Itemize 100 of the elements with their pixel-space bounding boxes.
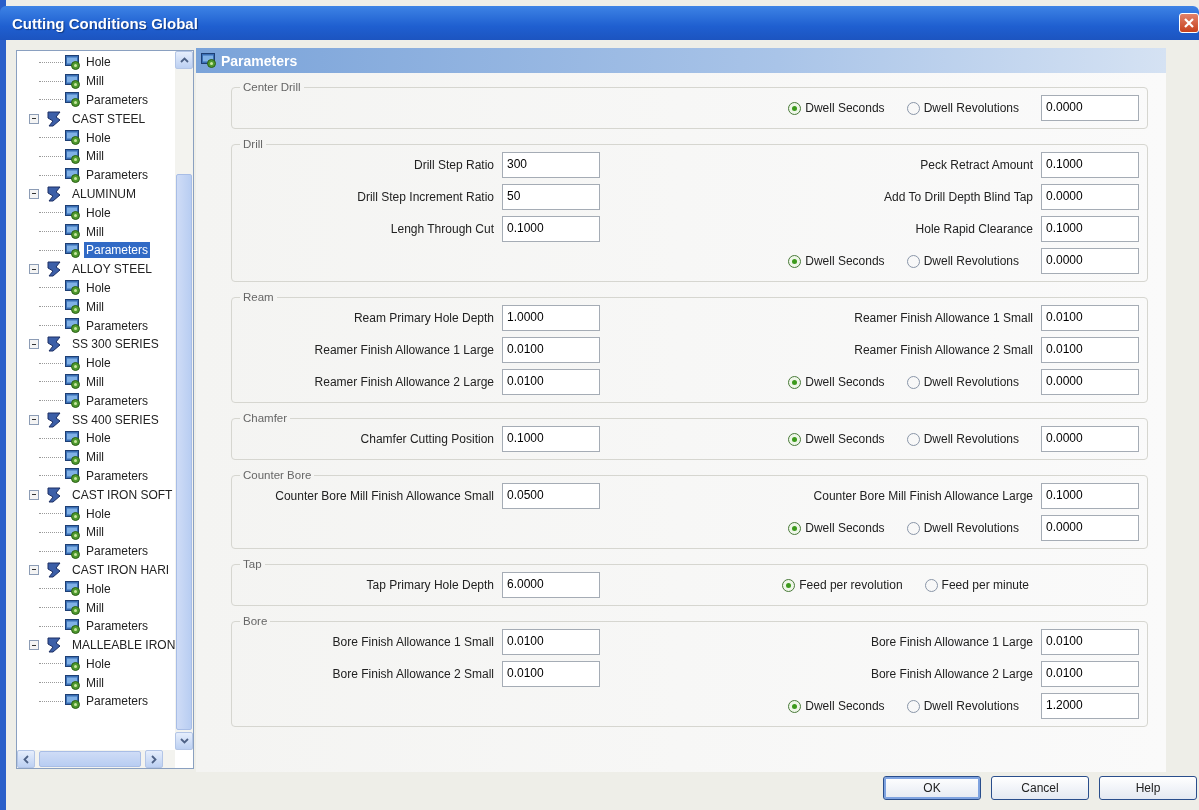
- radio-button[interactable]: Dwell Revolutions: [906, 432, 1019, 446]
- text-field[interactable]: 0.0100: [502, 369, 600, 395]
- close-button[interactable]: [1179, 13, 1199, 33]
- collapse-icon[interactable]: [29, 113, 39, 124]
- horizontal-scrollbar[interactable]: [17, 750, 175, 768]
- radio-button[interactable]: Dwell Seconds: [788, 375, 885, 389]
- dialog-button[interactable]: Cancel: [991, 776, 1089, 800]
- text-field[interactable]: 0.1000: [1041, 483, 1139, 509]
- text-field[interactable]: 0.0100: [1041, 305, 1139, 331]
- radio-button[interactable]: Feed per revolution: [782, 578, 903, 592]
- tree-item[interactable]: CAST IRON SOFT: [17, 485, 186, 505]
- radio-button[interactable]: Dwell Revolutions: [906, 375, 1019, 389]
- text-field[interactable]: 50: [502, 184, 600, 210]
- text-field[interactable]: 0.0100: [1041, 661, 1139, 687]
- tree-item[interactable]: Parameters: [17, 316, 196, 335]
- text-field[interactable]: 1.0000: [502, 305, 600, 331]
- collapse-icon[interactable]: [29, 489, 39, 500]
- tree-item[interactable]: ALLOY STEEL: [17, 259, 186, 279]
- tree-item[interactable]: CAST STEEL: [17, 109, 186, 129]
- text-field[interactable]: 0.0100: [502, 629, 600, 655]
- text-field[interactable]: 0.0100: [502, 661, 600, 687]
- text-field[interactable]: 0.0000: [1041, 248, 1139, 274]
- radio-icon[interactable]: [906, 432, 920, 446]
- text-field[interactable]: 0.0500: [502, 483, 600, 509]
- radio-button[interactable]: Dwell Seconds: [788, 254, 885, 268]
- radio-button[interactable]: Dwell Seconds: [788, 101, 885, 115]
- radio-button[interactable]: Dwell Seconds: [788, 521, 885, 535]
- dialog-button[interactable]: OK: [883, 776, 981, 800]
- tree-item[interactable]: Hole: [17, 53, 196, 72]
- text-field[interactable]: 0.0100: [1041, 629, 1139, 655]
- tree-item[interactable]: Parameters: [17, 541, 196, 561]
- collapse-icon[interactable]: [29, 414, 39, 425]
- tree-item[interactable]: Parameters: [17, 240, 196, 260]
- text-field[interactable]: 1.2000: [1041, 693, 1139, 719]
- tree-item[interactable]: Hole: [17, 128, 196, 147]
- text-field[interactable]: 0.0100: [1041, 337, 1139, 363]
- tree-item[interactable]: Hole: [17, 579, 196, 599]
- tree-item[interactable]: Hole: [17, 203, 196, 223]
- radio-button[interactable]: Dwell Seconds: [788, 699, 885, 713]
- tree-item[interactable]: SS 300 SERIES: [17, 334, 186, 354]
- scroll-left-icon[interactable]: [17, 750, 35, 768]
- radio-icon[interactable]: [906, 699, 920, 713]
- text-field[interactable]: 0.1000: [502, 216, 600, 242]
- radio-button[interactable]: Dwell Revolutions: [906, 254, 1019, 268]
- radio-button[interactable]: Dwell Revolutions: [906, 699, 1019, 713]
- text-field[interactable]: 0.0000: [1041, 515, 1139, 541]
- radio-icon[interactable]: [788, 254, 802, 268]
- radio-icon[interactable]: [906, 254, 920, 268]
- radio-icon[interactable]: [788, 699, 802, 713]
- text-field[interactable]: 0.1000: [1041, 152, 1139, 178]
- tree-item[interactable]: Parameters: [17, 391, 196, 411]
- radio-icon[interactable]: [924, 578, 938, 592]
- collapse-icon[interactable]: [29, 640, 39, 651]
- radio-icon[interactable]: [906, 101, 920, 115]
- radio-icon[interactable]: [788, 521, 802, 535]
- radio-button[interactable]: Dwell Revolutions: [906, 101, 1019, 115]
- radio-icon[interactable]: [788, 375, 802, 389]
- text-field[interactable]: 0.0000: [1041, 426, 1139, 452]
- tree-item[interactable]: CAST IRON HARI: [17, 560, 186, 580]
- tree-item[interactable]: Mill: [17, 598, 196, 617]
- tree-item[interactable]: Hole: [17, 353, 196, 373]
- radio-button[interactable]: Dwell Revolutions: [906, 521, 1019, 535]
- radio-button[interactable]: Feed per minute: [924, 578, 1029, 592]
- scroll-down-icon[interactable]: [175, 732, 193, 750]
- tree-item[interactable]: Parameters: [17, 165, 196, 185]
- tree-item[interactable]: Mill: [17, 673, 196, 693]
- radio-icon[interactable]: [782, 578, 796, 592]
- text-field[interactable]: 0.0000: [1041, 369, 1139, 395]
- text-field[interactable]: 0.0000: [1041, 95, 1139, 121]
- collapse-icon[interactable]: [29, 339, 39, 350]
- collapse-icon[interactable]: [29, 188, 39, 199]
- tree-item[interactable]: Mill: [17, 522, 196, 542]
- tree-item[interactable]: Parameters: [17, 90, 196, 110]
- tree-item[interactable]: Mill: [17, 147, 196, 166]
- scroll-right-icon[interactable]: [145, 750, 163, 768]
- scroll-up-icon[interactable]: [175, 51, 193, 69]
- radio-button[interactable]: Dwell Seconds: [788, 432, 885, 446]
- radio-icon[interactable]: [788, 432, 802, 446]
- radio-icon[interactable]: [906, 375, 920, 389]
- collapse-icon[interactable]: [29, 264, 39, 275]
- collapse-icon[interactable]: [29, 564, 39, 575]
- text-field[interactable]: 0.1000: [1041, 216, 1139, 242]
- tree-item[interactable]: Mill: [17, 297, 196, 317]
- tree-item[interactable]: Parameters: [17, 616, 196, 636]
- tree-item[interactable]: ALUMINUM: [17, 184, 186, 204]
- tree-item[interactable]: Hole: [17, 504, 196, 523]
- text-field[interactable]: 6.0000: [502, 572, 600, 598]
- text-field[interactable]: 0.1000: [502, 426, 600, 452]
- tree-item[interactable]: Hole: [17, 278, 196, 298]
- text-field[interactable]: 0.0100: [502, 337, 600, 363]
- radio-icon[interactable]: [788, 101, 802, 115]
- tree-item[interactable]: Mill: [17, 372, 196, 392]
- radio-icon[interactable]: [906, 521, 920, 535]
- text-field[interactable]: 0.0000: [1041, 184, 1139, 210]
- tree-item[interactable]: SS 400 SERIES: [17, 410, 186, 429]
- dialog-button[interactable]: Help: [1099, 776, 1197, 800]
- tree-item[interactable]: Hole: [17, 654, 196, 674]
- tree-item[interactable]: Mill: [17, 447, 196, 467]
- tree-item[interactable]: Mill: [17, 222, 196, 241]
- tree-item[interactable]: Parameters: [17, 692, 196, 711]
